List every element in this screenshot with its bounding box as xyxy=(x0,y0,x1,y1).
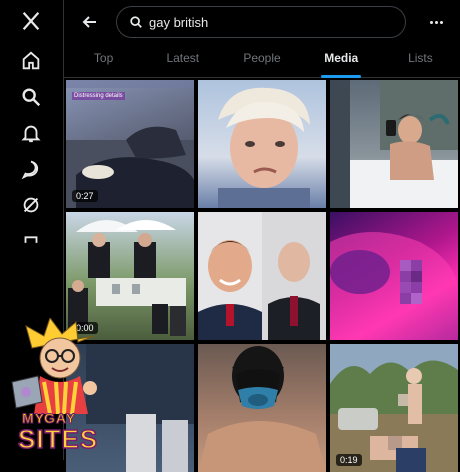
media-tile[interactable]: Distressing details 0:27 xyxy=(66,80,194,208)
search-header: Top Latest People Media Lists xyxy=(64,0,460,80)
home-icon[interactable] xyxy=(16,46,46,76)
more-dot xyxy=(439,20,443,24)
tab-people[interactable]: People xyxy=(222,44,301,77)
grok-icon[interactable] xyxy=(16,190,46,220)
media-tile[interactable] xyxy=(198,344,326,472)
media-tile[interactable] xyxy=(330,212,458,340)
back-button[interactable] xyxy=(76,8,104,36)
video-caption: Distressing details xyxy=(72,92,125,100)
search-input[interactable] xyxy=(149,14,389,30)
video-duration: 0:27 xyxy=(72,190,98,202)
media-tile[interactable] xyxy=(330,80,458,208)
media-thumbnail xyxy=(330,232,458,340)
watermark-line3: SITES xyxy=(17,423,99,455)
more-dot xyxy=(429,20,433,24)
media-thumbnail xyxy=(330,80,458,208)
media-grid: Distressing details 0:27 0:00 0:19 xyxy=(66,80,460,472)
media-tile[interactable]: 0:19 xyxy=(330,344,458,472)
media-tile[interactable] xyxy=(198,80,326,208)
media-tile[interactable] xyxy=(198,212,326,340)
tab-lists[interactable]: Lists xyxy=(381,44,460,77)
more-dot xyxy=(434,20,438,24)
media-thumbnail xyxy=(218,87,310,208)
media-thumbnail xyxy=(198,212,326,340)
search-input-container[interactable] xyxy=(116,6,406,38)
bookmarks-icon[interactable] xyxy=(16,226,46,256)
tab-latest[interactable]: Latest xyxy=(143,44,222,77)
media-thumbnail xyxy=(198,346,326,472)
search-icon[interactable] xyxy=(16,82,46,112)
tab-media[interactable]: Media xyxy=(302,44,381,77)
more-options-button[interactable] xyxy=(424,10,448,34)
messages-icon[interactable] xyxy=(16,154,46,184)
arrow-left-icon xyxy=(82,16,96,28)
site-watermark-logo: MY GAY SITES xyxy=(4,316,116,458)
x-logo-icon[interactable] xyxy=(16,6,46,36)
tab-top[interactable]: Top xyxy=(64,44,143,77)
media-thumbnail xyxy=(330,344,458,472)
search-tabs: Top Latest People Media Lists xyxy=(64,44,460,78)
cartoon-mascot-icon xyxy=(11,316,97,415)
search-icon xyxy=(130,16,142,28)
video-duration: 0:19 xyxy=(336,454,362,466)
notifications-icon[interactable] xyxy=(16,118,46,148)
